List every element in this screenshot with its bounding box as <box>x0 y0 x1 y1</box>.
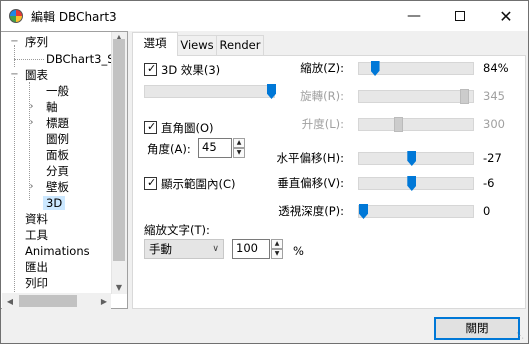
expand-icon[interactable]: › <box>27 118 36 128</box>
rotation-label: 旋轉(R): <box>300 89 344 103</box>
tree-item-export[interactable]: 匯出 <box>25 260 48 274</box>
zoom-text-label: 縮放文字(T): <box>144 223 210 237</box>
title-bar[interactable]: 編輯 DBChart3 — ✕ <box>1 1 528 31</box>
angle-label: 角度(A): <box>147 142 191 156</box>
tree-item-tools[interactable]: 工具 <box>25 228 48 242</box>
3d-effect-slider-track[interactable] <box>144 85 275 98</box>
tree-item-axes[interactable]: 軸 <box>46 100 58 114</box>
tree-connector <box>14 77 15 308</box>
tree-item-data[interactable]: 資料 <box>25 212 48 226</box>
checkmark-icon: ✓ <box>147 62 157 75</box>
close-icon: ✕ <box>499 6 513 26</box>
tree-item-series[interactable]: 序列 <box>25 35 48 49</box>
tree-connector <box>14 59 44 60</box>
angle-down-icon[interactable]: ▼ <box>233 148 245 158</box>
tree-item-walls[interactable]: 壁板 <box>46 180 69 194</box>
perspective-label: 透視深度(P): <box>278 204 344 218</box>
3d-effect-label: 3D 效果(3) <box>161 63 221 77</box>
elevation-slider-thumb[interactable] <box>393 117 403 132</box>
chart-app-icon <box>9 9 23 23</box>
tree-item-paging[interactable]: 分頁 <box>46 164 69 178</box>
expand-icon[interactable]: › <box>27 102 36 112</box>
tree-horizontal-scroll-thumb[interactable] <box>19 295 77 307</box>
zoom-text-down-icon[interactable]: ▼ <box>271 249 283 259</box>
zoom-text-mode-value: 手動 <box>149 242 172 256</box>
tree-item-titles[interactable]: 標題 <box>46 116 69 130</box>
minimize-icon: — <box>407 8 421 24</box>
zoom-label: 縮放(Z): <box>300 61 344 75</box>
settings-tree[interactable]: − 序列 DBChart3_Se − 圖表 一般 › 軸 › 標題 圖例 面板 … <box>1 31 128 309</box>
angle-input[interactable]: 45 <box>198 138 232 158</box>
rotation-slider-track[interactable] <box>358 90 474 103</box>
tree-item-general[interactable]: 一般 <box>46 84 69 98</box>
window-title: 編輯 DBChart3 <box>31 10 117 24</box>
maximize-button[interactable] <box>437 1 483 31</box>
checkmark-icon: ✓ <box>147 120 157 133</box>
elevation-slider-track[interactable] <box>358 118 474 131</box>
size-grip-icon[interactable]: ⋱ <box>516 331 526 341</box>
tab-render[interactable]: Render <box>216 35 264 55</box>
orthogonal-checkbox[interactable]: ✓ <box>144 120 157 134</box>
clip-points-label: 顯示範圍內(C) <box>161 177 236 191</box>
scroll-right-icon[interactable]: ▶ <box>97 297 111 306</box>
expand-icon[interactable]: › <box>27 182 36 192</box>
horiz-offset-label: 水平偏移(H): <box>276 151 345 165</box>
clip-points-checkbox[interactable]: ✓ <box>144 176 157 190</box>
tab-views[interactable]: Views <box>177 35 217 55</box>
tab-options[interactable]: 選項 <box>132 32 178 56</box>
orthogonal-label: 直角圖(O) <box>161 121 214 135</box>
checkmark-icon: ✓ <box>147 176 157 189</box>
dialog-window: 編輯 DBChart3 — ✕ − 序列 DBChart3_Se − 圖表 一般… <box>0 0 529 344</box>
percent-label: % <box>293 244 304 258</box>
tree-vertical-scroll-thumb[interactable] <box>113 39 125 261</box>
tree-item-animations[interactable]: Animations <box>25 244 90 258</box>
maximize-icon <box>455 11 465 21</box>
chevron-down-icon: ∨ <box>212 244 219 254</box>
tree-connector <box>14 45 15 67</box>
rotation-value: 345 <box>483 89 505 103</box>
close-window-button[interactable]: ✕ <box>483 1 529 31</box>
tree-item-3d[interactable]: 3D <box>43 196 66 210</box>
collapse-icon[interactable]: − <box>10 70 19 80</box>
tree-item-legend[interactable]: 圖例 <box>46 132 69 146</box>
tree-item-print[interactable]: 列印 <box>25 276 48 290</box>
elevation-label: 升度(L): <box>301 117 344 131</box>
vert-offset-value: -6 <box>483 176 495 190</box>
rotation-slider-thumb[interactable] <box>459 89 469 104</box>
perspective-slider-track[interactable] <box>358 205 474 218</box>
angle-up-icon[interactable]: ▲ <box>233 138 245 148</box>
elevation-value: 300 <box>483 117 505 131</box>
zoom-text-mode-select[interactable]: 手動 ∨ <box>144 239 224 259</box>
minimize-button[interactable]: — <box>391 1 437 31</box>
zoom-value: 84% <box>483 61 509 75</box>
scroll-left-icon[interactable]: ◀ <box>3 297 17 306</box>
close-dialog-button[interactable]: 關閉 <box>434 317 520 340</box>
vert-offset-label: 垂直偏移(V): <box>277 176 344 190</box>
zoom-text-up-icon[interactable]: ▲ <box>271 239 283 249</box>
tree-item-panel[interactable]: 面板 <box>46 148 69 162</box>
collapse-icon[interactable]: − <box>10 37 19 47</box>
horiz-offset-value: -27 <box>483 151 502 165</box>
tree-item-chart[interactable]: 圖表 <box>25 68 48 82</box>
perspective-value: 0 <box>483 204 491 218</box>
3d-effect-checkbox[interactable]: ✓ <box>144 62 157 76</box>
zoom-text-input[interactable]: 100 <box>232 239 270 259</box>
scroll-down-icon[interactable]: ▼ <box>112 283 126 292</box>
